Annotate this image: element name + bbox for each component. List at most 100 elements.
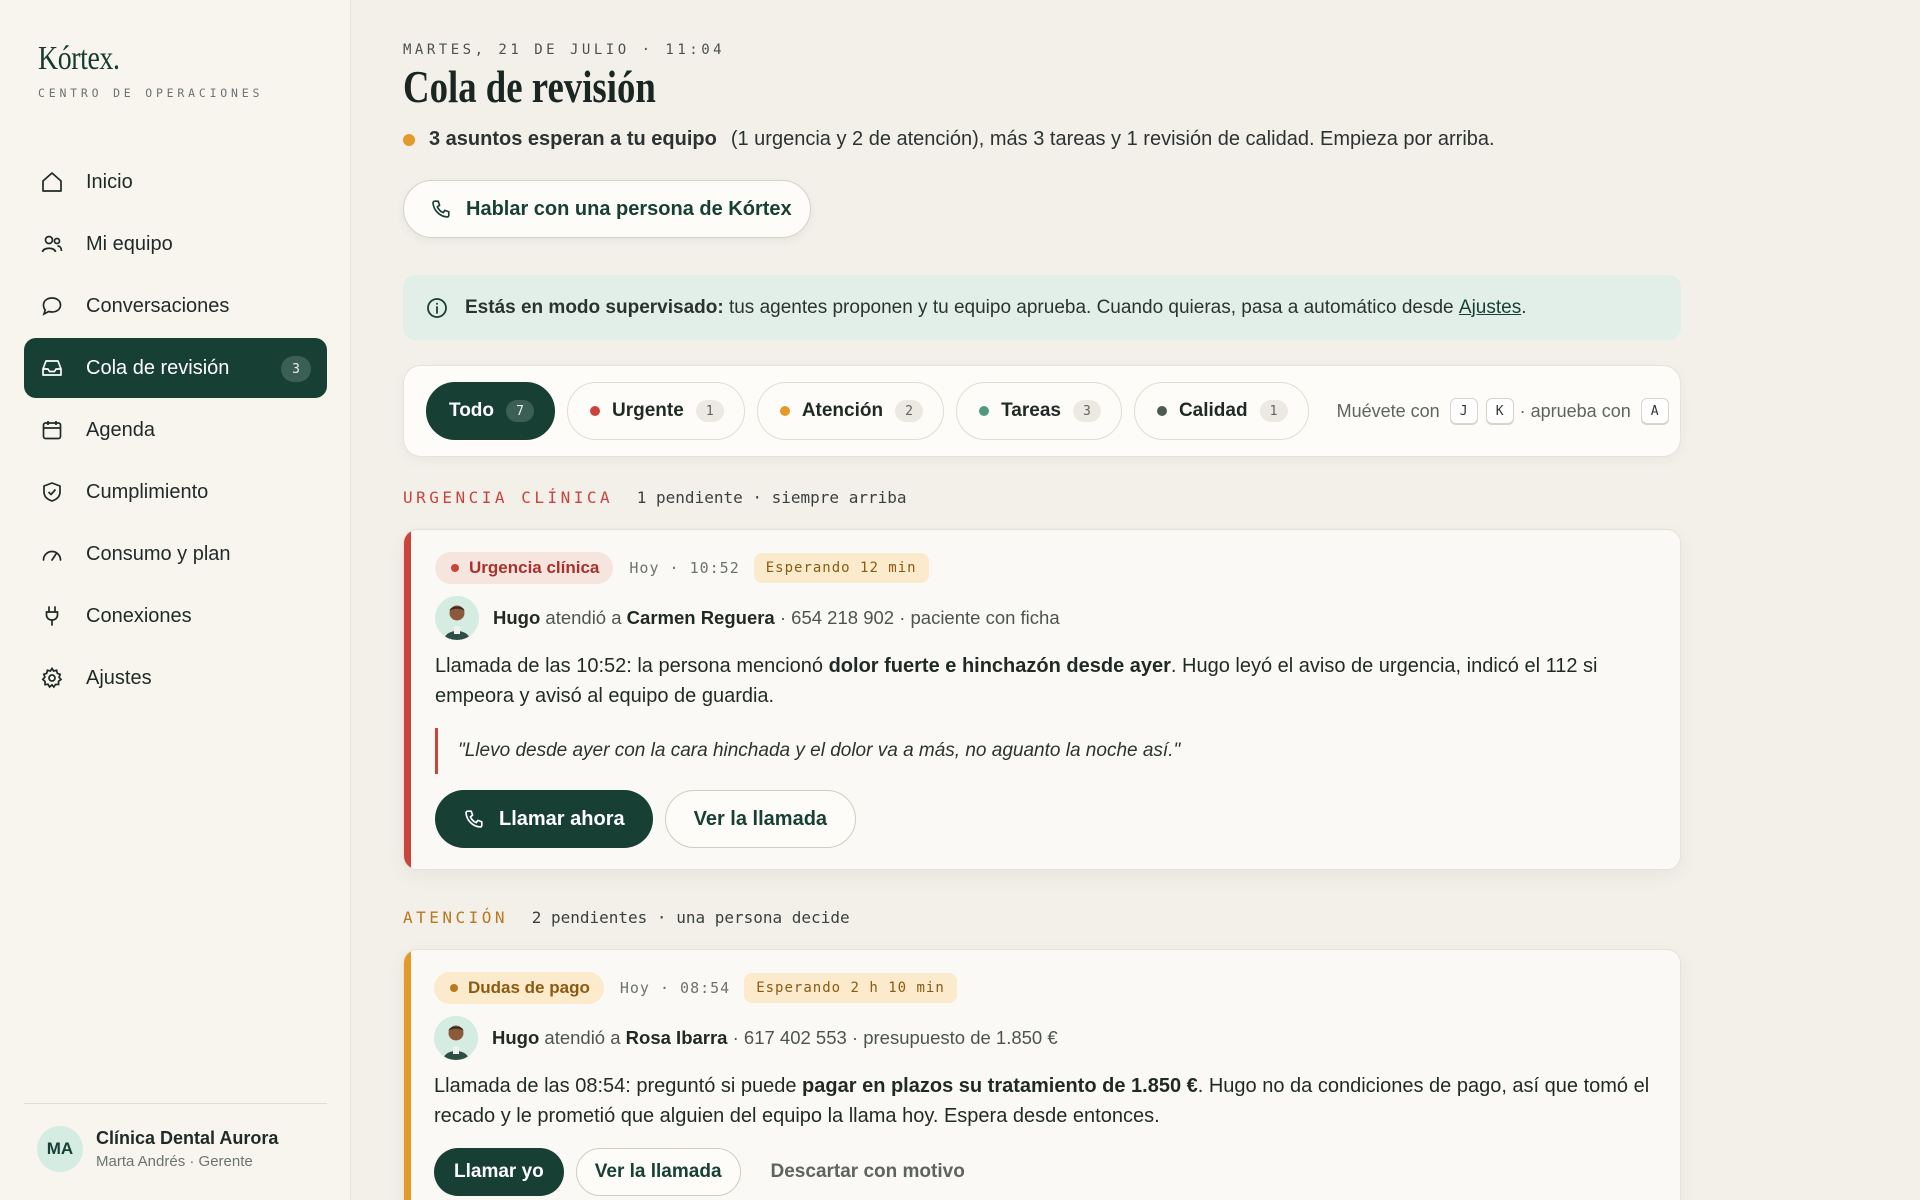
tag-label: Dudas de pago bbox=[468, 978, 590, 997]
key-k: K bbox=[1485, 398, 1514, 424]
card-tags: Urgencia clínica Hoy · 10:52 Esperando 1… bbox=[435, 552, 929, 584]
sidebar-item-cumplimiento[interactable]: Cumplimiento bbox=[24, 462, 327, 522]
quality-dot-icon bbox=[1156, 406, 1167, 416]
call-myself-button[interactable]: Llamar yo bbox=[434, 1148, 564, 1196]
keyboard-hint: Muévete con J K · aprueba con A bbox=[1337, 398, 1673, 424]
filter-chip-tareas[interactable]: Tareas 3 bbox=[956, 382, 1122, 440]
talk-to-person-button[interactable]: Hablar con una persona de Kórtex bbox=[403, 180, 811, 238]
attention-dot-icon bbox=[779, 406, 790, 416]
sidebar-nav: Inicio Mi equipo Conversaciones Cola de … bbox=[24, 152, 327, 710]
category-tag: Urgencia clínica bbox=[435, 552, 614, 584]
sidebar-item-label: Ajustes bbox=[86, 666, 152, 689]
count-badge: 3 bbox=[281, 356, 311, 382]
summary-pre: Llamada de las 08:54: preguntó si puede bbox=[434, 1075, 803, 1097]
urgent-bar bbox=[404, 530, 411, 869]
current-date: MARTES, 21 DE JULIO · 11:04 bbox=[403, 42, 726, 58]
wait-badge: Esperando 2 h 10 min bbox=[744, 973, 957, 1003]
chip-label: Atención bbox=[801, 400, 884, 421]
hint-move: Muévete con bbox=[1336, 400, 1440, 421]
chip-count: 2 bbox=[895, 400, 924, 422]
filter-chip-calidad[interactable]: Calidad 1 bbox=[1133, 382, 1309, 440]
tag-dot-icon bbox=[450, 984, 458, 992]
client-name[interactable]: Rosa Ibarra bbox=[626, 1027, 728, 1049]
card-tags: Dudas de pago Hoy · 08:54 Esperando 2 h … bbox=[434, 972, 957, 1004]
key-a: A bbox=[1640, 398, 1669, 424]
client-name[interactable]: Carmen Reguera bbox=[627, 607, 775, 629]
button-label: Llamar ahora bbox=[499, 807, 625, 830]
review-card-urgent[interactable]: Urgencia clínica Hoy · 10:52 Esperando 1… bbox=[403, 529, 1681, 870]
sidebar-item-consumo-y-plan[interactable]: Consumo y plan bbox=[24, 524, 327, 584]
sidebar: Kórtex. CENTRO DE OPERACIONES Inicio Mi … bbox=[0, 0, 351, 1200]
card-actions: Llamar yo Ver la llamada Descartar con m… bbox=[434, 1148, 965, 1196]
brand: Kórtex. CENTRO DE OPERACIONES bbox=[38, 40, 263, 100]
section-key: URGENCIA CLÍNICA bbox=[403, 488, 614, 507]
card-actions: Llamar ahora Ver la llamada bbox=[435, 790, 857, 848]
dismiss-button[interactable]: Descartar con motivo bbox=[771, 1161, 965, 1183]
chip-count: 1 bbox=[695, 400, 724, 422]
chip-count: 7 bbox=[506, 400, 535, 422]
chat-icon bbox=[42, 297, 62, 316]
call-info: Hugo atendió a Rosa Ibarra · 617 402 553… bbox=[434, 1016, 1058, 1060]
agent-avatar bbox=[435, 596, 479, 640]
filter-chip-todo[interactable]: Todo 7 bbox=[426, 382, 556, 440]
agent-name: Hugo bbox=[493, 607, 541, 628]
plug-icon bbox=[45, 606, 59, 626]
sidebar-item-conexiones[interactable]: Conexiones bbox=[24, 586, 327, 646]
agent-avatar-icon bbox=[434, 1016, 478, 1060]
sidebar-item-label: Conexiones bbox=[86, 604, 192, 627]
talk-button-label: Hablar con una persona de Kórtex bbox=[466, 197, 792, 220]
filter-chip-urgente[interactable]: Urgente 1 bbox=[567, 382, 745, 440]
summary-bold: pagar en plazos su tratamiento de 1.850 … bbox=[802, 1075, 1198, 1097]
account-switcher[interactable]: MA Clínica Dental Aurora Marta Andrés · … bbox=[24, 1103, 327, 1172]
org-name: Clínica Dental Aurora bbox=[96, 1128, 279, 1148]
chip-label: Tareas bbox=[1001, 400, 1061, 421]
attended-text: atendió a bbox=[545, 607, 622, 628]
brand-logo[interactable]: Kórtex. bbox=[38, 40, 120, 78]
calendar-icon bbox=[42, 421, 62, 440]
sidebar-item-inicio[interactable]: Inicio bbox=[24, 152, 327, 212]
view-call-button[interactable]: Ver la llamada bbox=[575, 1148, 741, 1196]
chip-count: 1 bbox=[1259, 400, 1288, 422]
avatar: MA bbox=[37, 1126, 83, 1172]
sidebar-item-label: Cumplimiento bbox=[86, 480, 209, 503]
filter-chip-atencion[interactable]: Atención 2 bbox=[756, 382, 945, 440]
sidebar-item-mi-equipo[interactable]: Mi equipo bbox=[24, 214, 327, 274]
shield-icon bbox=[43, 482, 61, 502]
notice-end: . bbox=[1521, 296, 1527, 318]
sidebar-item-conversaciones[interactable]: Conversaciones bbox=[24, 276, 327, 336]
chip-count: 3 bbox=[1072, 400, 1101, 422]
settings-link[interactable]: Ajustes bbox=[1459, 297, 1521, 319]
sidebar-item-label: Mi equipo bbox=[86, 232, 173, 255]
sidebar-item-ajustes[interactable]: Ajustes bbox=[24, 648, 327, 708]
sidebar-item-cola-de-revision[interactable]: Cola de revisión 3 bbox=[24, 338, 327, 398]
attention-bar bbox=[404, 950, 411, 1200]
section-desc: 2 pendientes · una persona decide bbox=[531, 908, 850, 927]
agent-name: Hugo bbox=[492, 1027, 540, 1048]
tasks-dot-icon bbox=[979, 406, 990, 416]
chip-label: Todo bbox=[449, 400, 495, 421]
gear-icon bbox=[41, 666, 63, 689]
sidebar-item-label: Agenda bbox=[86, 418, 155, 441]
queue-summary: 3 asuntos esperan a tu equipo (1 urgenci… bbox=[403, 128, 1495, 151]
button-label: Llamar yo bbox=[454, 1161, 544, 1182]
summary-bold: dolor fuerte e hinchazón desde ayer bbox=[828, 655, 1171, 677]
view-call-button[interactable]: Ver la llamada bbox=[664, 790, 857, 848]
users-icon bbox=[41, 235, 63, 253]
tag-label: Urgencia clínica bbox=[469, 558, 600, 577]
hint-approve: · aprueba con bbox=[1519, 400, 1631, 421]
card-time: Hoy · 08:54 bbox=[619, 979, 731, 997]
key-j: J bbox=[1449, 398, 1478, 424]
wait-badge: Esperando 12 min bbox=[753, 553, 929, 583]
agent-avatar bbox=[434, 1016, 478, 1060]
inbox-icon bbox=[42, 360, 62, 376]
card-time: Hoy · 10:52 bbox=[629, 559, 740, 577]
chip-label: Calidad bbox=[1178, 400, 1248, 421]
info-icon bbox=[427, 297, 447, 318]
review-card-attention[interactable]: Dudas de pago Hoy · 08:54 Esperando 2 h … bbox=[403, 949, 1681, 1200]
call-now-button[interactable]: Llamar ahora bbox=[435, 790, 653, 848]
section-urgent-label: URGENCIA CLÍNICA 1 pendiente · siempre a… bbox=[403, 488, 906, 507]
brand-subtitle: CENTRO DE OPERACIONES bbox=[38, 86, 264, 100]
chip-label: Urgente bbox=[612, 400, 684, 421]
call-summary: Llamada de las 10:52: la persona mencion… bbox=[435, 651, 1652, 711]
sidebar-item-agenda[interactable]: Agenda bbox=[24, 400, 327, 460]
